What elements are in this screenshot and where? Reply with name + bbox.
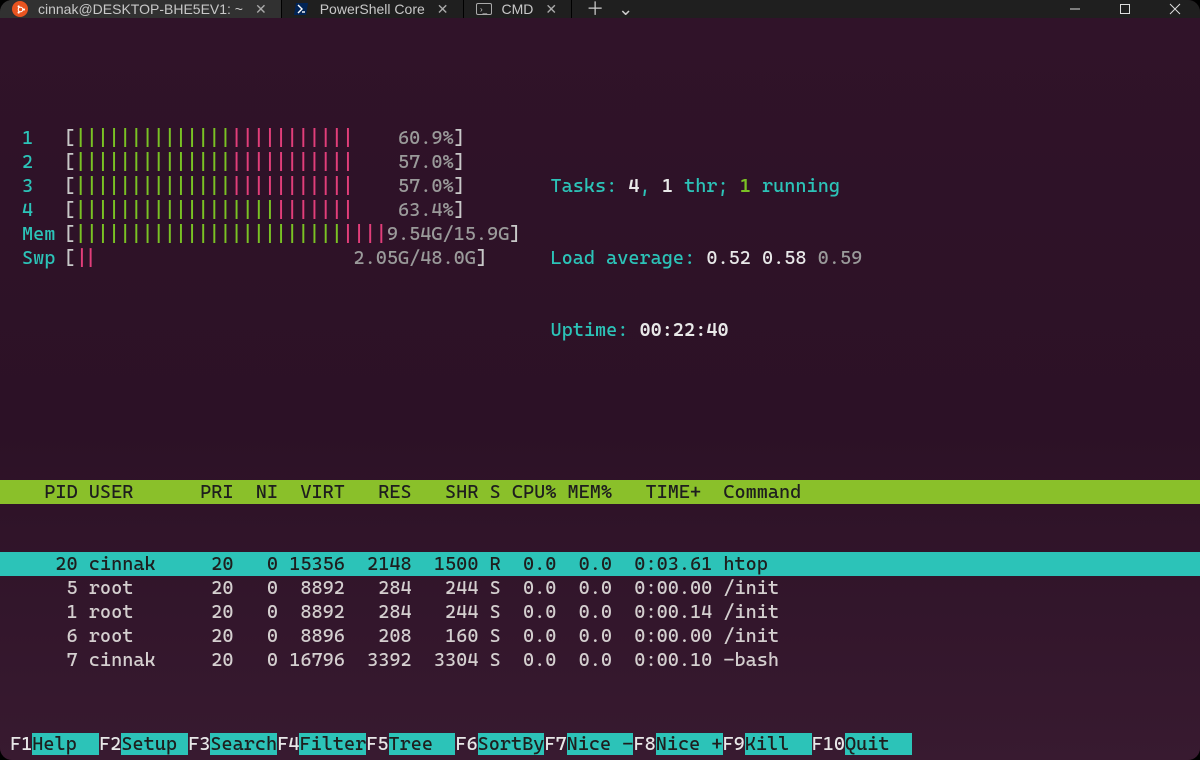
window-controls bbox=[1050, 0, 1200, 18]
process-row[interactable]: 20 cinnak 20 0 15356 2148 1500 R 0.0 0.0… bbox=[0, 552, 1200, 576]
tab-controls: ＋ ⌄ bbox=[572, 0, 643, 18]
cpu-meter: 1 [||||||||||||||||||||||||| 60.9%] bbox=[22, 126, 520, 150]
fkey-label[interactable]: Setup bbox=[121, 733, 188, 755]
process-row[interactable]: 7 cinnak 20 0 16796 3392 3304 S 0.0 0.0 … bbox=[0, 648, 1200, 672]
tab-strip: cinnak@DESKTOP-BHE5EV1: ~✕PowerShell Cor… bbox=[0, 0, 572, 18]
close-button[interactable] bbox=[1150, 0, 1200, 18]
tab-close-icon[interactable]: ✕ bbox=[437, 1, 449, 18]
terminal-body[interactable]: 1 [||||||||||||||||||||||||| 60.9%]2 [||… bbox=[0, 18, 1200, 760]
fkey[interactable]: F1 bbox=[10, 733, 32, 755]
tab-close-icon[interactable]: ✕ bbox=[255, 1, 267, 18]
fkey-label[interactable]: Quit bbox=[845, 733, 912, 755]
swp-meter: Swp[|| 2.05G/48.0G] bbox=[22, 246, 520, 270]
ubuntu-icon bbox=[12, 1, 28, 17]
fkey-bar: F1Help F2Setup F3SearchF4FilterF5Tree F6… bbox=[0, 732, 1200, 756]
tab[interactable]: cinnak@DESKTOP-BHE5EV1: ~ ✕ bbox=[0, 0, 282, 18]
process-header-row[interactable]: PID USER PRI NI VIRT RES SHR S CPU% MEM%… bbox=[0, 480, 1200, 504]
cpu-meter: 4 [||||||||||||||||||||||||| 63.4%] bbox=[22, 198, 520, 222]
tab-label: cinnak@DESKTOP-BHE5EV1: ~ bbox=[38, 1, 243, 17]
maximize-button[interactable] bbox=[1100, 0, 1150, 18]
process-row[interactable]: 5 root 20 0 8892 284 244 S 0.0 0.0 0:00.… bbox=[0, 576, 1200, 600]
cpu-meter: 3 [||||||||||||||||||||||||| 57.0%] bbox=[22, 174, 520, 198]
cmd-icon: ›_ bbox=[476, 3, 492, 15]
summary-panel: Tasks: 4, 1 thr; 1 running Load average:… bbox=[520, 126, 862, 390]
minimize-button[interactable] bbox=[1050, 0, 1100, 18]
tab[interactable]: ›_ CMD ✕ bbox=[464, 0, 573, 18]
fkey[interactable]: F5 bbox=[366, 733, 388, 755]
tasks-line: Tasks: 4, 1 thr; 1 running bbox=[550, 174, 862, 198]
tab[interactable]: PowerShell Core ✕ bbox=[282, 0, 464, 18]
fkey[interactable]: F2 bbox=[99, 733, 121, 755]
fkey-label[interactable]: Filter bbox=[299, 733, 366, 755]
fkey[interactable]: F8 bbox=[633, 733, 655, 755]
fkey[interactable]: F6 bbox=[455, 733, 477, 755]
fkey-label[interactable]: Tree bbox=[389, 733, 456, 755]
process-row[interactable]: 6 root 20 0 8896 208 160 S 0.0 0.0 0:00.… bbox=[0, 624, 1200, 648]
fkey-label[interactable]: SortBy bbox=[478, 733, 545, 755]
uptime-line: Uptime: 00:22:40 bbox=[550, 318, 862, 342]
fkey[interactable]: F7 bbox=[544, 733, 566, 755]
process-list: 20 cinnak 20 0 15356 2148 1500 R 0.0 0.0… bbox=[0, 552, 1200, 672]
load-line: Load average: 0.52 0.58 0.59 bbox=[550, 246, 862, 270]
tab-close-icon[interactable]: ✕ bbox=[545, 1, 557, 18]
fkey[interactable]: F4 bbox=[277, 733, 299, 755]
terminal-window: cinnak@DESKTOP-BHE5EV1: ~✕PowerShell Cor… bbox=[0, 0, 1200, 760]
titlebar: cinnak@DESKTOP-BHE5EV1: ~✕PowerShell Cor… bbox=[0, 0, 1200, 18]
fkey[interactable]: F10 bbox=[812, 733, 845, 755]
fkey[interactable]: F9 bbox=[723, 733, 745, 755]
fkey-label[interactable]: Nice - bbox=[567, 733, 634, 755]
tab-dropdown-button[interactable]: ⌄ bbox=[618, 0, 633, 18]
meters-panel: 1 [||||||||||||||||||||||||| 60.9%]2 [||… bbox=[0, 126, 520, 390]
fkey-label[interactable]: Nice + bbox=[656, 733, 723, 755]
fkey[interactable]: F3 bbox=[188, 733, 210, 755]
tab-label: PowerShell Core bbox=[320, 1, 425, 17]
cpu-meter: 2 [||||||||||||||||||||||||| 57.0%] bbox=[22, 150, 520, 174]
fkey-label[interactable]: Search bbox=[210, 733, 277, 755]
mem-meter: Mem[||||||||||||||||||||||||||||9.54G/15… bbox=[22, 222, 520, 246]
new-tab-button[interactable]: ＋ bbox=[586, 0, 604, 18]
fkey-label[interactable]: Help bbox=[32, 733, 99, 755]
tab-label: CMD bbox=[502, 1, 534, 17]
fkey-label[interactable]: Kill bbox=[745, 733, 812, 755]
process-row[interactable]: 1 root 20 0 8892 284 244 S 0.0 0.0 0:00.… bbox=[0, 600, 1200, 624]
powershell-icon bbox=[294, 1, 310, 17]
